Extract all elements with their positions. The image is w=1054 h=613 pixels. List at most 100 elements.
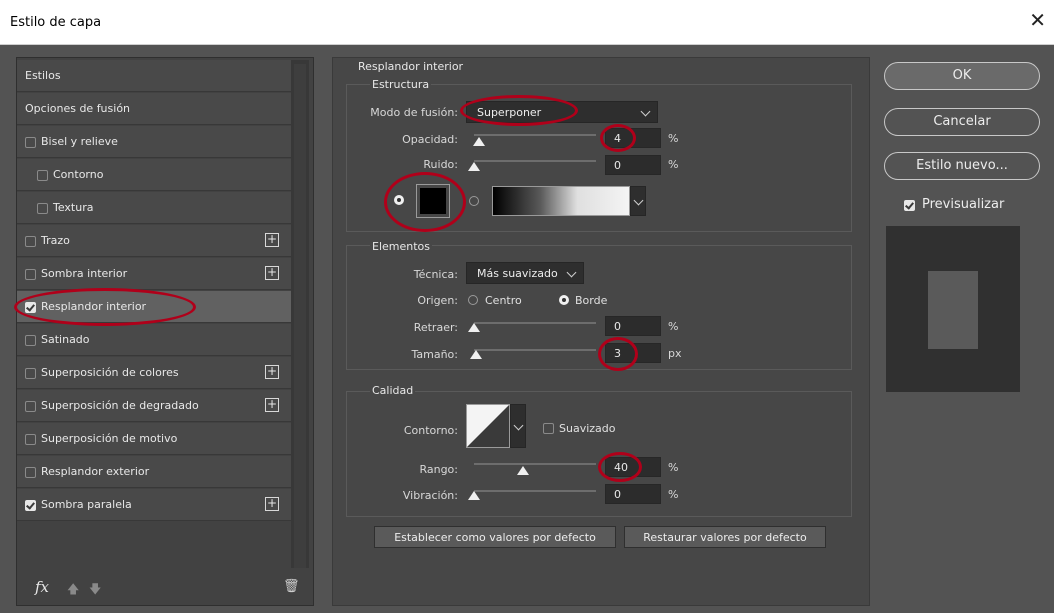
style-item[interactable]: Textura — [17, 192, 291, 224]
style-item-label: Estilos — [25, 69, 61, 82]
origen-label: Origen: — [417, 294, 458, 307]
retraer-slider[interactable] — [474, 322, 596, 324]
contour-shape-icon — [467, 405, 509, 447]
ok-button[interactable]: OK — [884, 62, 1040, 90]
opacidad-slider-thumb[interactable] — [473, 137, 485, 146]
style-item-label: Textura — [53, 201, 94, 214]
move-down-icon[interactable]: 🡇 — [89, 580, 101, 601]
chevron-down-icon — [640, 106, 651, 117]
styles-scrollbar[interactable] — [291, 60, 309, 568]
style-item-label: Opciones de fusión — [25, 102, 131, 115]
add-style-icon[interactable]: + — [265, 398, 279, 412]
restore-defaults-button[interactable]: Restaurar valores por defecto — [624, 526, 826, 548]
trash-icon[interactable]: 🗑 — [283, 579, 300, 594]
tecnica-value: Más suavizado — [477, 267, 558, 280]
add-style-icon[interactable]: + — [265, 266, 279, 280]
tamano-slider-thumb[interactable] — [470, 350, 482, 359]
preview-checkbox[interactable] — [904, 200, 915, 211]
annotation-circle-tamano — [598, 337, 638, 371]
style-item-label: Superposición de degradado — [41, 399, 199, 412]
move-up-icon[interactable]: 🡅 — [67, 580, 79, 601]
add-style-icon[interactable]: + — [265, 233, 279, 247]
add-style-icon[interactable]: + — [265, 365, 279, 379]
style-item[interactable]: Satinado — [17, 324, 291, 356]
rango-label: Rango: — [419, 463, 458, 476]
origen-centro-radio[interactable] — [468, 295, 478, 305]
style-item[interactable]: Sombra interior + — [17, 258, 291, 290]
retraer-field[interactable]: 0 — [605, 316, 661, 336]
chevron-down-icon — [513, 420, 524, 431]
style-item[interactable]: Superposición de degradado + — [17, 390, 291, 422]
styles-header[interactable]: Estilos — [17, 60, 291, 92]
gradient-radio[interactable] — [469, 196, 479, 206]
style-item[interactable]: Opciones de fusión — [17, 93, 291, 125]
rango-unit: % — [668, 461, 679, 474]
rango-slider-thumb[interactable] — [517, 466, 529, 475]
origen-centro-label: Centro — [485, 294, 522, 307]
add-style-icon[interactable]: + — [265, 497, 279, 511]
set-defaults-button[interactable]: Establecer como valores por defecto — [374, 526, 616, 548]
style-checkbox[interactable] — [25, 500, 36, 511]
vibracion-slider-thumb[interactable] — [468, 491, 480, 500]
cancel-button[interactable]: Cancelar — [884, 108, 1040, 136]
style-item[interactable]: Bisel y relieve — [17, 126, 291, 158]
close-icon[interactable]: ✕ — [1029, 10, 1046, 30]
style-checkbox[interactable] — [37, 170, 48, 181]
style-checkbox[interactable] — [25, 434, 36, 445]
origen-borde-label: Borde — [575, 294, 608, 307]
ruido-slider[interactable] — [474, 160, 596, 162]
rango-slider[interactable] — [474, 463, 596, 465]
style-item-label: Superposición de motivo — [41, 432, 178, 445]
style-checkbox[interactable] — [25, 335, 36, 346]
new-style-button[interactable]: Estilo nuevo... — [884, 152, 1040, 180]
tamano-label: Tamaño: — [411, 348, 458, 361]
tamano-slider[interactable] — [474, 349, 596, 351]
preview-thumbnail — [928, 271, 978, 349]
opacidad-unit: % — [668, 132, 679, 145]
ruido-field[interactable]: 0 — [605, 155, 661, 175]
contour-preview[interactable] — [466, 404, 510, 448]
scrollbar-thumb[interactable] — [294, 64, 306, 568]
tecnica-label: Técnica: — [413, 268, 458, 281]
style-checkbox[interactable] — [25, 467, 36, 478]
retraer-value: 0 — [614, 320, 621, 333]
gradient-swatch[interactable] — [492, 186, 630, 216]
style-checkbox[interactable] — [25, 401, 36, 412]
gradient-dropdown[interactable] — [630, 186, 646, 216]
style-item-label: Bisel y relieve — [41, 135, 118, 148]
style-item-label: Trazo — [41, 234, 70, 247]
origen-borde-radio[interactable] — [559, 295, 569, 305]
contour-dropdown[interactable] — [510, 404, 526, 448]
style-item[interactable]: Trazo + — [17, 225, 291, 257]
retraer-slider-thumb[interactable] — [468, 323, 480, 332]
suavizado-checkbox[interactable] — [543, 423, 554, 434]
panel-title: Resplandor interior — [358, 60, 464, 73]
annotation-circle-opacidad — [600, 124, 636, 152]
vibracion-slider[interactable] — [474, 490, 596, 492]
style-item[interactable]: Superposición de motivo — [17, 423, 291, 455]
vibracion-label: Vibración: — [402, 489, 458, 502]
styles-list-panel: Estilos Opciones de fusión Bisel y relieve… — [16, 57, 314, 606]
modo-fusion-label: Modo de fusión: — [370, 106, 458, 119]
annotation-circle-rango — [598, 452, 642, 482]
vibracion-value: 0 — [614, 488, 621, 501]
preview-label: Previsualizar — [922, 197, 1005, 212]
fx-icon[interactable]: fx — [35, 578, 49, 596]
opacidad-slider[interactable] — [474, 134, 596, 136]
tecnica-select[interactable]: Más suavizado — [466, 262, 584, 284]
style-checkbox[interactable] — [25, 368, 36, 379]
style-checkbox[interactable] — [25, 269, 36, 280]
vibracion-field[interactable]: 0 — [605, 484, 661, 504]
style-item-label: Satinado — [41, 333, 90, 346]
ruido-slider-thumb[interactable] — [468, 162, 480, 171]
styles-footer: fx 🡅 🡇 🗑 — [17, 570, 313, 605]
style-checkbox[interactable] — [37, 203, 48, 214]
style-item[interactable]: Resplandor exterior — [17, 456, 291, 488]
estructura-title: Estructura — [370, 78, 432, 91]
style-item-label: Contorno — [53, 168, 104, 181]
style-item[interactable]: Superposición de colores + — [17, 357, 291, 389]
style-item[interactable]: Contorno — [17, 159, 291, 191]
style-item[interactable]: Sombra paralela + — [17, 489, 291, 521]
style-checkbox[interactable] — [25, 137, 36, 148]
style-checkbox[interactable] — [25, 236, 36, 247]
